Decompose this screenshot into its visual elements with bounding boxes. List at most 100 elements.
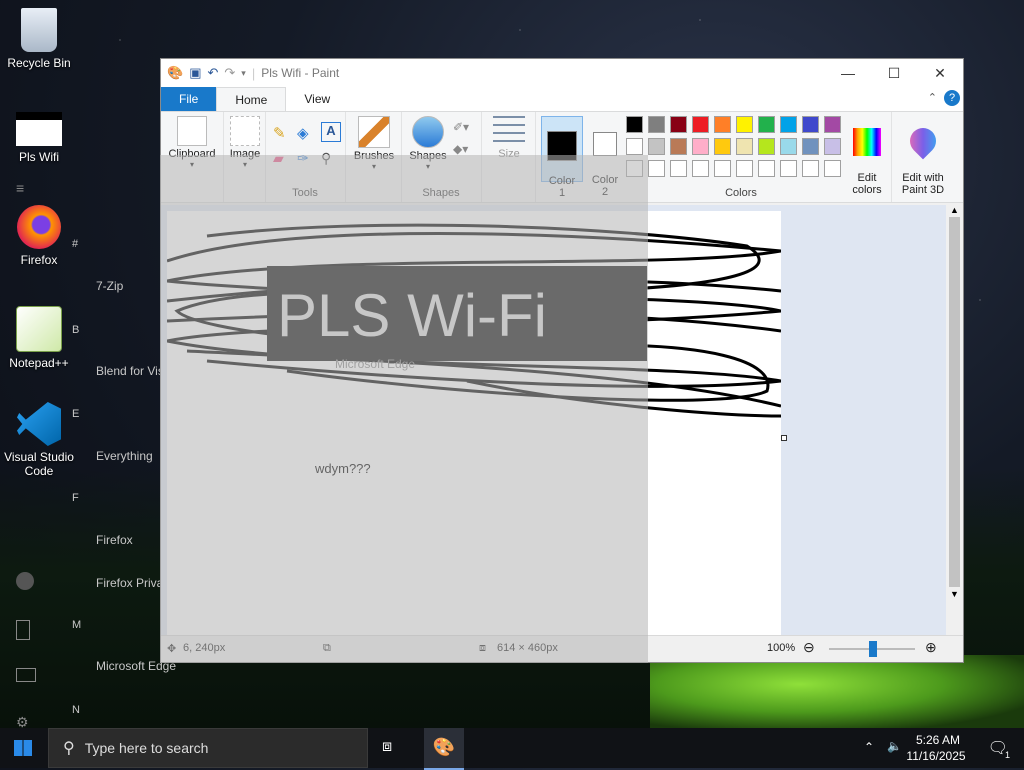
palette-swatch[interactable] — [714, 138, 731, 155]
save-icon[interactable]: ▣ — [189, 65, 201, 81]
tab-file[interactable]: File — [161, 87, 217, 111]
tab-home[interactable]: Home — [216, 87, 287, 111]
desktop-icon-label: Recycle Bin — [7, 56, 71, 70]
palette-swatch[interactable] — [648, 116, 665, 133]
palette-swatch[interactable] — [802, 138, 819, 155]
palette-swatch[interactable] — [692, 138, 709, 155]
show-hidden-icons[interactable]: ⌃ — [864, 740, 874, 754]
maximize-button[interactable]: ☐ — [871, 59, 917, 87]
desktop-icon-notepadpp[interactable]: Notepad++ — [4, 306, 74, 370]
palette-swatch[interactable] — [802, 116, 819, 133]
zoom-out-button[interactable]: ⊖ — [803, 639, 815, 656]
help-icon[interactable]: ? — [944, 90, 960, 106]
edit-colors-button[interactable]: Edit colors — [845, 116, 889, 208]
palette-swatch[interactable] — [802, 160, 819, 177]
taskbar-paint-icon[interactable]: 🎨 — [424, 728, 464, 770]
scroll-up-icon[interactable]: ▲ — [946, 205, 963, 215]
palette-swatch[interactable] — [758, 138, 775, 155]
palette-swatch[interactable] — [670, 160, 687, 177]
palette-swatch[interactable] — [780, 116, 797, 133]
edit-with-paint3d-button[interactable]: Edit with Paint 3D — [895, 116, 951, 208]
resize-handle[interactable] — [781, 435, 787, 441]
palette-swatch[interactable] — [714, 116, 731, 133]
user-icon[interactable] — [16, 572, 34, 590]
pencil-icon[interactable]: ✎ — [273, 124, 286, 142]
palette-swatch[interactable] — [648, 160, 665, 177]
palette-swatch[interactable] — [692, 160, 709, 177]
magnifier-icon[interactable]: ⚲ — [321, 150, 331, 167]
size-button[interactable]: Size — [489, 116, 529, 160]
volume-muted-icon[interactable]: 🔈 — [887, 739, 902, 753]
color1-button[interactable]: Color 1 — [541, 116, 583, 199]
palette-swatch[interactable] — [780, 160, 797, 177]
image-file-icon — [16, 112, 62, 146]
palette-swatch[interactable] — [758, 116, 775, 133]
close-button[interactable]: ✕ — [917, 59, 963, 87]
tab-view[interactable]: View — [286, 87, 348, 111]
palette-swatch[interactable] — [780, 138, 797, 155]
palette-swatch[interactable] — [626, 116, 643, 133]
color-picker-icon[interactable]: ✑ — [297, 150, 309, 167]
windows-start-icon[interactable] — [14, 740, 32, 756]
group-tools: ✎ ◈ A ▰ ✑ ⚲ Tools — [265, 112, 346, 202]
palette-swatch[interactable] — [692, 116, 709, 133]
image-button[interactable]: Image ▾ — [225, 116, 265, 169]
color2-button[interactable]: Color 2 — [585, 116, 625, 210]
brushes-button[interactable]: Brushes ▾ — [351, 116, 397, 171]
palette-swatch[interactable] — [714, 160, 731, 177]
outline-icon[interactable]: ✐▾ — [453, 120, 469, 134]
clock-date[interactable]: 11/16/2025 — [904, 749, 968, 763]
group-size: Size — [481, 112, 536, 202]
start-item[interactable]: Everything — [96, 449, 153, 463]
desktop-icon-recycle-bin[interactable]: Recycle Bin — [4, 8, 74, 70]
desktop-icon-firefox[interactable]: Firefox — [4, 205, 74, 267]
palette-swatch[interactable] — [670, 116, 687, 133]
eraser-icon[interactable]: ▰ — [273, 150, 284, 167]
scroll-thumb[interactable] — [949, 217, 960, 587]
desktop-icon-vscode[interactable]: Visual Studio Code — [4, 402, 74, 478]
canvas-area[interactable]: PLS Wi-Fi wdym??? Microsoft Edge — [161, 205, 947, 637]
text-tool-icon[interactable]: A — [321, 122, 341, 142]
palette-swatch[interactable] — [758, 160, 775, 177]
palette-swatch[interactable] — [670, 138, 687, 155]
palette-swatch[interactable] — [736, 160, 753, 177]
palette-swatch[interactable] — [626, 138, 643, 155]
palette-swatch[interactable] — [736, 138, 753, 155]
zoom-in-button[interactable]: ⊕ — [925, 639, 937, 656]
scroll-down-icon[interactable]: ▼ — [946, 589, 963, 599]
pictures-icon[interactable] — [16, 668, 36, 682]
group-edit-colors: Edit colors — [843, 112, 892, 202]
redo-icon[interactable]: ↷ — [224, 65, 235, 81]
search-box[interactable]: ⚲ Type here to search — [48, 728, 368, 768]
vertical-scrollbar[interactable]: ▲ ▼ — [946, 205, 963, 637]
undo-icon[interactable]: ↶ — [207, 65, 218, 81]
palette-swatch[interactable] — [736, 116, 753, 133]
canvas-size-icon: ⧈ — [479, 642, 486, 654]
group-color-slots: Color 1 Color 2 — [539, 112, 631, 202]
palette-swatch[interactable] — [824, 116, 841, 133]
palette-swatch[interactable] — [648, 138, 665, 155]
start-item[interactable]: Firefox — [96, 533, 133, 547]
drawing-canvas[interactable]: PLS Wi-Fi wdym??? Microsoft Edge — [166, 211, 782, 637]
palette-swatch[interactable] — [824, 160, 841, 177]
hamburger-icon[interactable]: ≡ — [16, 180, 34, 198]
fill-icon[interactable]: ◈ — [297, 124, 309, 142]
collapse-ribbon-icon[interactable]: ⌃ — [928, 91, 937, 104]
task-view-icon[interactable]: ⧈ — [382, 738, 392, 756]
start-item[interactable]: 7-Zip — [96, 279, 123, 293]
minimize-button[interactable]: — — [825, 59, 871, 87]
select-icon — [230, 116, 260, 146]
clipboard-button[interactable]: Clipboard ▾ — [165, 116, 219, 169]
customize-qat-icon[interactable]: ▾ — [241, 68, 246, 79]
ribbon: Clipboard ▾ Image ▾ ✎ ◈ A ▰ ✑ ⚲ Tools Br… — [161, 111, 963, 203]
zoom-slider[interactable] — [829, 641, 915, 657]
zoom-slider-thumb[interactable] — [869, 641, 877, 657]
documents-icon[interactable] — [16, 620, 30, 640]
desktop-icon-pls-wifi[interactable]: Pls Wifi — [4, 112, 74, 164]
palette-swatch[interactable] — [626, 160, 643, 177]
color-palette — [626, 116, 856, 186]
fill-shape-icon[interactable]: ◆▾ — [453, 142, 468, 156]
palette-swatch[interactable] — [824, 138, 841, 155]
clock-time[interactable]: 5:26 AM — [908, 733, 968, 747]
shapes-button[interactable]: Shapes ▾ — [405, 116, 451, 171]
